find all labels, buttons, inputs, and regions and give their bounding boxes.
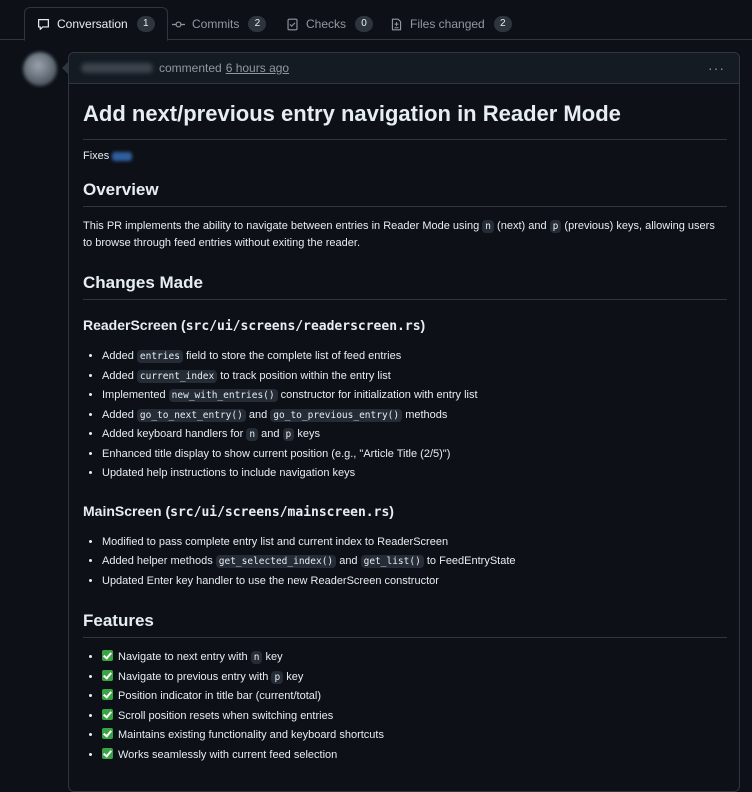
tab-count: 0 — [355, 16, 374, 32]
list-item: Updated help instructions to include nav… — [102, 464, 727, 484]
features-heading: Features — [83, 609, 727, 638]
readerscreen-list: Added entries field to store the complet… — [83, 347, 727, 484]
list-item: Enhanced title display to show current p… — [102, 445, 727, 465]
comment-body: Add next/previous entry navigation in Re… — [69, 100, 739, 765]
tab-count: 2 — [248, 16, 267, 32]
mainscreen-heading: MainScreen (src/ui/screens/mainscreen.rs… — [83, 502, 394, 520]
list-item: Implemented new_with_entries() construct… — [102, 386, 727, 406]
check-mark-icon — [102, 650, 113, 661]
features-list: Navigate to next entry with n key Naviga… — [83, 648, 727, 765]
tab-count: 1 — [136, 16, 155, 32]
list-item: Position indicator in title bar (current… — [102, 687, 727, 707]
list-item: Added helper methods get_selected_index(… — [102, 552, 727, 572]
tab-label: Commits — [192, 17, 240, 31]
tab-checks[interactable]: Checks 0 — [286, 8, 374, 40]
tab-files-changed[interactable]: Files changed 2 — [390, 8, 512, 40]
list-item: Scroll position resets when switching en… — [102, 707, 727, 727]
avatar[interactable] — [23, 52, 57, 86]
pr-tabs: Conversation 1 Commits 2 Checks 0 Files … — [0, 0, 752, 41]
fixes-line: Fixes — [83, 150, 727, 162]
tab-label: Checks — [306, 17, 347, 31]
check-mark-icon — [102, 689, 113, 700]
tab-label: Conversation — [57, 17, 128, 31]
checklist-icon — [287, 18, 298, 30]
comment-box: commented 6 hours ago ··· Add next/previ… — [68, 52, 740, 792]
tab-commits[interactable]: Commits 2 — [172, 8, 267, 40]
list-item: Added entries field to store the complet… — [102, 347, 727, 367]
changes-heading: Changes Made — [83, 271, 727, 300]
mainscreen-list: Modified to pass complete entry list and… — [83, 533, 727, 592]
commit-icon — [172, 20, 185, 28]
list-item: Added go_to_next_entry() and go_to_previ… — [102, 406, 727, 426]
readerscreen-heading: ReaderScreen (src/ui/screens/readerscree… — [83, 317, 426, 334]
tab-label: Files changed — [410, 17, 485, 31]
check-mark-icon — [102, 669, 113, 681]
list-item: Navigate to previous entry with p key — [102, 668, 727, 688]
comment-icon — [38, 18, 49, 30]
list-item: Updated Enter key handler to use the new… — [102, 572, 727, 592]
issue-link[interactable] — [112, 151, 133, 161]
fixes-label: Fixes — [83, 150, 110, 162]
check-mark-icon — [102, 708, 113, 720]
check-mark-icon — [102, 747, 113, 759]
tab-conversation[interactable]: Conversation 1 — [24, 7, 168, 41]
file-diff-icon — [391, 18, 402, 30]
list-item: Modified to pass complete entry list and… — [102, 533, 727, 553]
check-mark-icon — [102, 728, 113, 739]
list-item: Works seamlessly with current feed selec… — [102, 746, 727, 766]
comment-timestamp[interactable]: 6 hours ago — [226, 61, 289, 75]
list-item: Maintains existing functionality and key… — [102, 726, 727, 746]
overview-heading: Overview — [83, 178, 727, 207]
list-item: Added current_index to track position wi… — [102, 367, 727, 387]
pr-title: Add next/previous entry navigation in Re… — [83, 100, 727, 140]
tab-count: 2 — [493, 16, 512, 32]
author-name[interactable] — [81, 63, 153, 73]
kebab-menu-icon[interactable]: ··· — [708, 60, 725, 76]
list-item: Added keyboard handlers for n and p keys — [102, 425, 727, 445]
list-item: Navigate to next entry with n key — [102, 648, 727, 668]
comment-header: commented 6 hours ago ··· — [69, 53, 739, 84]
comment-action: commented — [159, 61, 222, 75]
overview-text: This PR implements the ability to naviga… — [83, 220, 715, 249]
